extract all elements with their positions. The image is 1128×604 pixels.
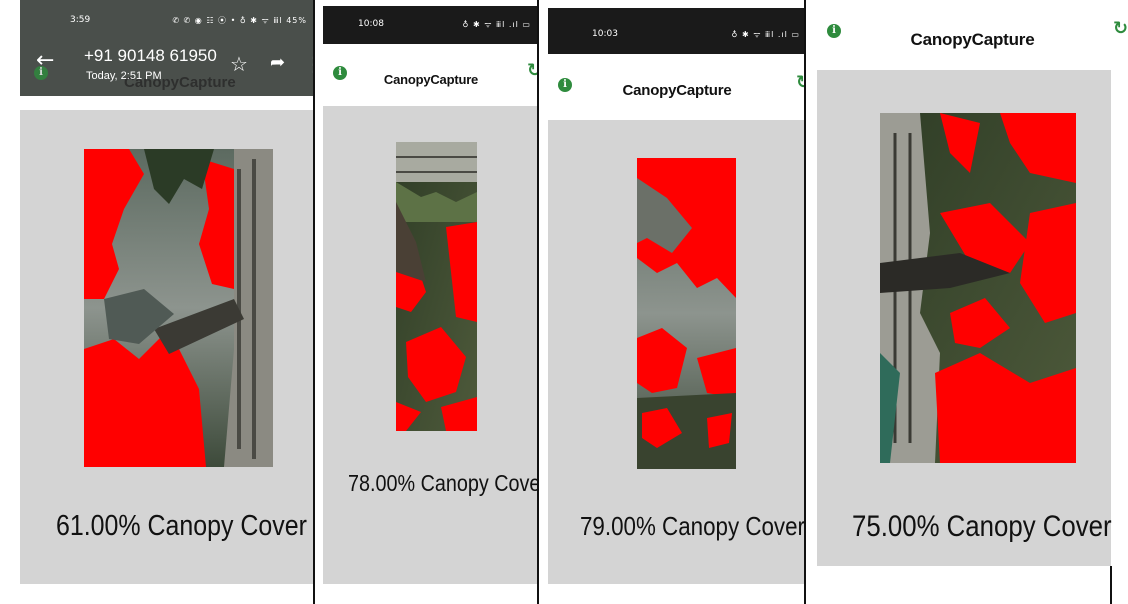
status-time: 3:59: [70, 15, 91, 25]
canopy-mask-image: [880, 113, 1076, 463]
app-title: CanopyCapture: [383, 72, 479, 87]
status-icons: ♁ ✱ ᯤ ⅲl .ıl ▭: [731, 29, 800, 39]
more-options-icon[interactable]: ⋮: [304, 52, 313, 76]
panel-divider: [313, 0, 315, 604]
status-time: 10:03: [592, 29, 618, 39]
app-title: CanopyCapture: [910, 30, 1035, 49]
screenshot-panel-1: 3:59 ✆ ✆ ◉ ☷ ⦿ • ♁ ✱ ᯤ ⅲl 45% i ← +91 90…: [20, 0, 313, 604]
canopy-mask-image: [396, 142, 477, 431]
canopy-mask-image: [637, 158, 736, 469]
canopy-cover-percentage: 61.00% Canopy Cover: [56, 510, 307, 542]
message-timestamp: Today, 2:51 PM: [86, 70, 162, 82]
share-icon[interactable]: ➦: [270, 52, 285, 73]
panel-border: [1110, 566, 1112, 604]
canopy-cover-percentage: 75.00% Canopy Cover: [852, 510, 1112, 543]
app-title: CanopyCapture: [622, 82, 732, 99]
panel-divider: [537, 0, 539, 604]
panel-divider: [804, 0, 806, 604]
refresh-icon[interactable]: ↻: [1113, 20, 1128, 38]
screenshot-panel-2: 10:08 ♁ ✱ ᯤ ⅲl .ıl ▭ i CanopyCapture ↻ 7…: [323, 0, 539, 604]
status-icons: ✆ ✆ ◉ ☷ ⦿ • ♁ ✱ ᯤ ⅲl 45%: [172, 15, 307, 25]
canopy-mask-image: [84, 149, 273, 467]
screenshot-panel-4: i CanopyCapture ↻ 75.00% Canopy Cover: [817, 0, 1128, 604]
star-icon[interactable]: ☆: [230, 52, 248, 76]
status-icons: ♁ ✱ ᯤ ⅲl .ıl ▭: [462, 19, 531, 29]
status-time: 10:08: [358, 19, 384, 29]
contact-number: +91 90148 61950: [84, 46, 217, 65]
canopy-cover-percentage: 79.00% Canopy Cover: [580, 511, 805, 541]
canopy-cover-percentage: 78.00% Canopy Cover: [348, 470, 539, 496]
back-arrow-icon[interactable]: ←: [36, 48, 54, 73]
screenshot-panel-3: 10:03 ♁ ✱ ᯤ ⅲl .ıl ▭ i CanopyCapture ↻ 7…: [548, 0, 806, 604]
